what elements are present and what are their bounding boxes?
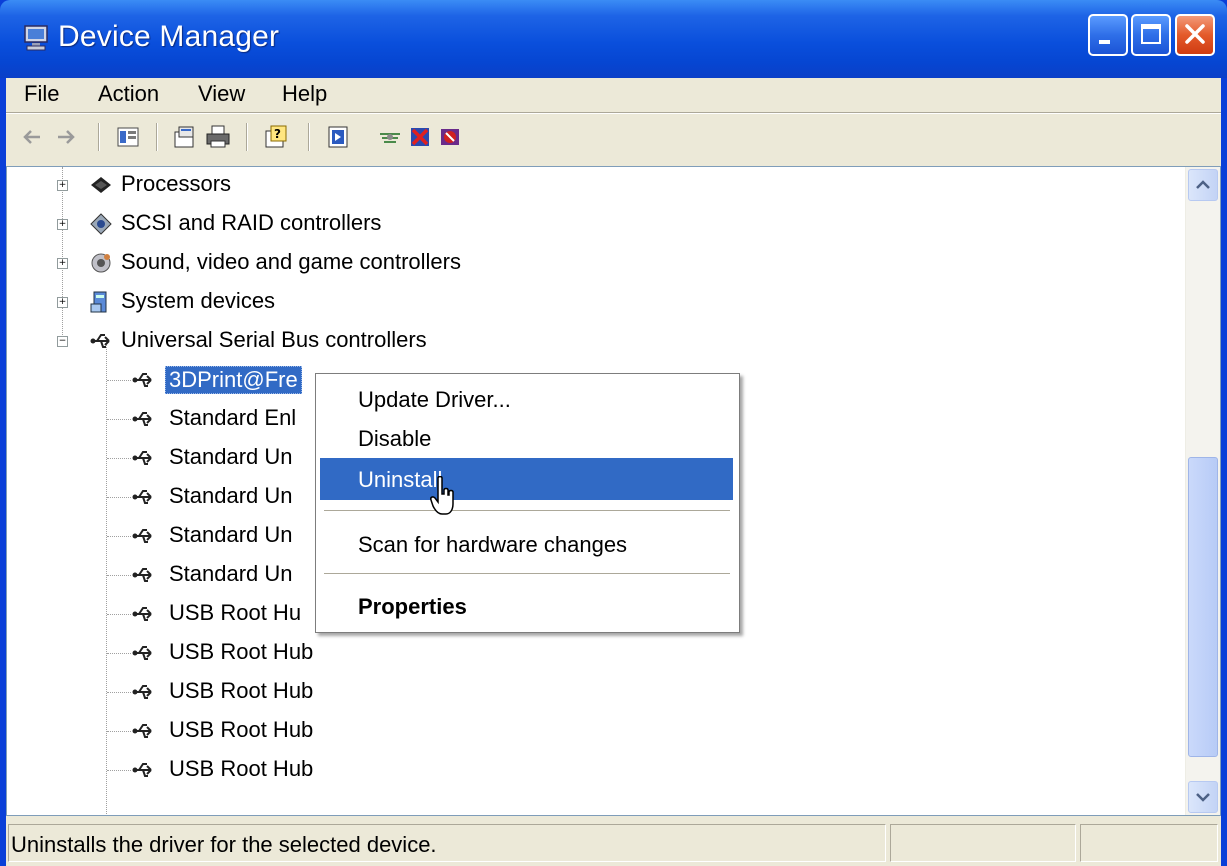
tree-item-label: 3DPrint@Fre [165, 366, 302, 394]
usb-icon [131, 407, 155, 431]
usb-icon [131, 641, 155, 665]
processor-icon [89, 173, 113, 197]
system-devices-icon [89, 290, 113, 314]
usb-device-item[interactable]: USB Root Hub [107, 752, 407, 788]
status-bar: Uninstalls the driver for the selected d… [6, 820, 1221, 866]
usb-icon [131, 368, 155, 392]
usb-icon [89, 329, 113, 353]
toolbar-separator [156, 123, 158, 151]
status-panel-3 [1080, 824, 1218, 862]
context-menu: Update Driver... Disable Uninstall Scan … [315, 373, 740, 633]
toolbar: ? [6, 115, 1221, 159]
tree-item-label: Processors [121, 171, 232, 196]
scsi-icon [89, 212, 113, 236]
update-driver-icon[interactable] [324, 123, 352, 151]
minimize-button[interactable] [1088, 14, 1128, 56]
usb-icon [131, 446, 155, 470]
scroll-thumb[interactable] [1188, 457, 1218, 757]
usb-device-item[interactable]: USB Root Hub [107, 635, 407, 671]
menu-divider [6, 112, 1221, 114]
tree-item-label: USB Root Hub [169, 639, 314, 664]
forward-arrow-icon[interactable] [52, 123, 80, 151]
expand-toggle[interactable]: + [57, 180, 68, 191]
properties-menu-item[interactable]: Properties [320, 585, 733, 627]
usb-icon [131, 680, 155, 704]
tree-item-label: USB Root Hub [169, 678, 314, 703]
tree-item-usb-controllers[interactable]: − Universal Serial Bus controllers [57, 323, 557, 359]
chevron-up-icon [1196, 180, 1210, 189]
toolbar-separator [246, 123, 248, 151]
tree-item-label: System devices [121, 288, 276, 313]
scroll-down-button[interactable] [1188, 781, 1218, 813]
computer-monitor-icon [22, 24, 52, 52]
window-title: Device Manager [58, 20, 280, 53]
menu-separator [324, 510, 730, 511]
menu-action[interactable]: Action [94, 81, 163, 107]
uninstall-menu-item[interactable]: Uninstall [320, 458, 733, 500]
tree-item-label: Standard Un [169, 483, 293, 508]
toolbar-separator [98, 123, 100, 151]
show-hide-console-tree-icon[interactable] [114, 123, 142, 151]
menu-bar: File Action View Help [6, 78, 1221, 110]
menu-separator [324, 573, 730, 574]
usb-icon [131, 602, 155, 626]
tree-item-label: Standard Un [169, 444, 293, 469]
menu-file[interactable]: File [20, 81, 63, 107]
usb-device-item[interactable]: USB Root Hub [107, 674, 407, 710]
toolbar-separator [308, 123, 310, 151]
vertical-scrollbar[interactable] [1185, 167, 1220, 815]
expand-toggle[interactable]: + [57, 219, 68, 230]
tree-item-label: Universal Serial Bus controllers [121, 327, 427, 352]
chevron-down-icon [1196, 793, 1210, 802]
usb-device-item[interactable]: USB Root Hub [107, 713, 407, 749]
tree-item-label: Standard Un [169, 561, 293, 586]
usb-icon [131, 524, 155, 548]
menu-item-label: Update Driver... [358, 387, 511, 412]
menu-item-label: Scan for hardware changes [358, 532, 628, 557]
update-driver-menu-item[interactable]: Update Driver... [320, 378, 733, 420]
scan-hardware-icon[interactable] [376, 123, 404, 151]
maximize-button[interactable] [1131, 14, 1171, 56]
tree-item-label: USB Root Hub [169, 717, 314, 742]
print-icon[interactable] [204, 123, 232, 151]
tree-item-label: SCSI and RAID controllers [121, 210, 382, 235]
tree-item-label: Sound, video and game controllers [121, 249, 461, 274]
back-arrow-icon[interactable] [18, 123, 46, 151]
usb-icon [131, 719, 155, 743]
expand-toggle[interactable]: + [57, 297, 68, 308]
properties-icon[interactable] [170, 123, 198, 151]
close-button[interactable] [1175, 14, 1215, 56]
menu-item-label: Disable [358, 426, 432, 451]
tree-item-label: Standard Enl [169, 405, 297, 430]
status-panel-2 [890, 824, 1076, 862]
tree-item-scsi[interactable]: + SCSI and RAID controllers [57, 206, 557, 242]
usb-icon [131, 563, 155, 587]
menu-help[interactable]: Help [278, 81, 331, 107]
expand-toggle[interactable]: + [57, 258, 68, 269]
tree-item-sound[interactable]: + Sound, video and game controllers [57, 245, 617, 281]
hand-cursor-icon [430, 475, 456, 518]
svg-text:?: ? [274, 127, 281, 141]
disable-icon[interactable] [436, 123, 464, 151]
scan-hardware-menu-item[interactable]: Scan for hardware changes [320, 523, 733, 565]
title-bar[interactable]: Device Manager [0, 0, 1227, 78]
help-icon[interactable]: ? [262, 123, 290, 151]
menu-item-label: Properties [358, 594, 467, 619]
tree-item-label: USB Root Hu [169, 600, 302, 625]
status-text: Uninstalls the driver for the selected d… [11, 832, 437, 857]
status-text-panel: Uninstalls the driver for the selected d… [8, 824, 886, 862]
tree-item-processors[interactable]: + Processors [57, 167, 557, 203]
usb-icon [131, 758, 155, 782]
scroll-up-button[interactable] [1188, 169, 1218, 201]
tree-item-system-devices[interactable]: + System devices [57, 284, 557, 320]
sound-icon [89, 251, 113, 275]
minimize-icon [1099, 40, 1110, 44]
uninstall-icon[interactable] [406, 123, 434, 151]
disable-menu-item[interactable]: Disable [320, 417, 733, 459]
usb-icon [131, 485, 155, 509]
collapse-toggle[interactable]: − [57, 336, 68, 347]
menu-view[interactable]: View [194, 81, 249, 107]
tree-item-label: USB Root Hub [169, 756, 314, 781]
tree-item-label: Standard Un [169, 522, 293, 547]
